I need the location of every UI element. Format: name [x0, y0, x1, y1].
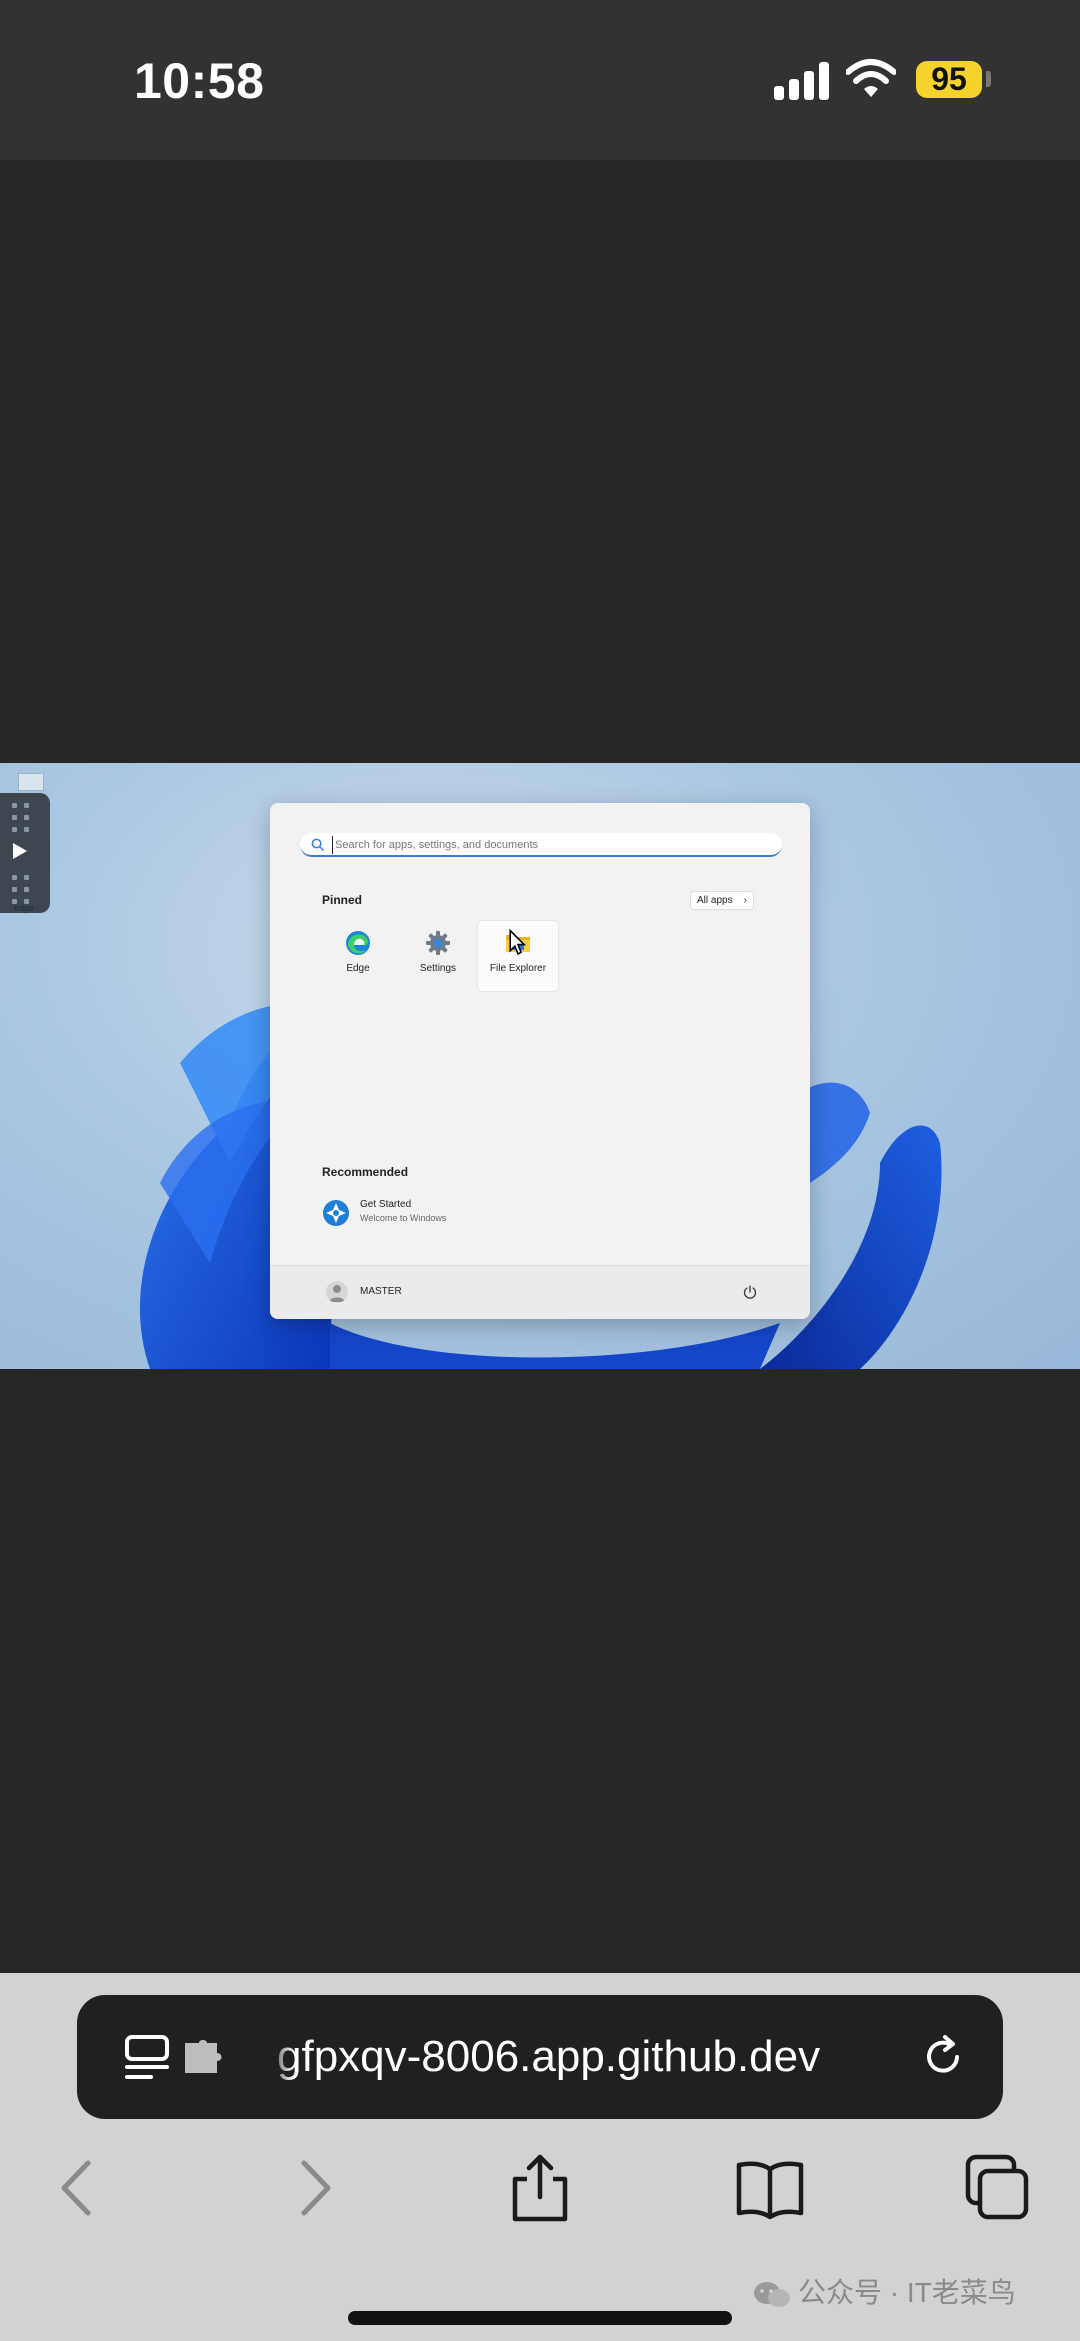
power-icon[interactable] [742, 1284, 758, 1300]
remote-desktop-view[interactable]: edge Pinned All apps › Edge [0, 763, 1080, 1369]
start-search-input[interactable] [332, 836, 762, 854]
start-menu-footer: MASTER [270, 1265, 810, 1319]
pinned-app-label: Edge [346, 963, 370, 974]
battery-icon: 95 [916, 61, 982, 98]
status-bar: 10:58 95 [0, 0, 1080, 160]
home-indicator[interactable] [348, 2311, 732, 2325]
user-avatar-icon[interactable] [326, 1281, 348, 1303]
recommended-item-get-started[interactable]: Get Started Welcome to Windows [322, 1197, 522, 1229]
wifi-icon [846, 59, 896, 97]
recommended-item-subtitle: Welcome to Windows [360, 1213, 447, 1223]
url-text[interactable]: gfpxqv-8006.app.github.dev [277, 2029, 917, 2085]
chevron-right-icon: › [743, 895, 747, 906]
start-menu: Pinned All apps › Edge [270, 803, 810, 1319]
desktop-icon[interactable] [18, 773, 44, 791]
all-apps-label: All apps [697, 895, 733, 906]
address-bar[interactable]: gfpxqv-8006.app.github.dev [77, 1995, 1003, 2119]
extension-puzzle-icon[interactable] [181, 2039, 231, 2077]
start-search-box[interactable] [300, 833, 782, 857]
mouse-cursor-icon [509, 929, 527, 955]
page-menu-icon[interactable] [123, 2033, 171, 2083]
back-icon[interactable] [44, 2153, 114, 2223]
tabs-icon[interactable] [962, 2153, 1032, 2223]
recommended-item-name: Get Started [360, 1199, 412, 1210]
share-icon[interactable] [505, 2153, 575, 2223]
vnc-side-panel-handle[interactable] [0, 793, 50, 913]
url-fade-overlay [267, 2029, 293, 2085]
watermark-text: 公众号 · IT老菜鸟 [798, 2277, 1016, 2308]
wechat-logo-icon [754, 2281, 790, 2307]
recommended-heading: Recommended [322, 1165, 409, 1179]
watermark: 公众号 · IT老菜鸟 [752, 2273, 1052, 2313]
search-icon [311, 838, 324, 851]
cellular-signal-icon [774, 60, 830, 100]
reload-icon[interactable] [919, 2033, 967, 2081]
desktop-icon-label: edge [14, 903, 35, 913]
get-started-icon [323, 1200, 349, 1226]
forward-icon[interactable] [278, 2153, 348, 2223]
play-icon[interactable] [13, 843, 27, 859]
all-apps-button[interactable]: All apps › [690, 891, 754, 910]
pinned-app-label: File Explorer [489, 963, 547, 974]
user-name[interactable]: MASTER [360, 1286, 402, 1297]
bookmarks-icon[interactable] [735, 2153, 805, 2223]
pinned-app-edge[interactable]: Edge [318, 921, 398, 991]
edge-icon [346, 931, 370, 955]
pinned-app-label: Settings [419, 963, 457, 974]
safari-bottom-toolbar: gfpxqv-8006.app.github.dev 公众号 · IT老菜鸟 [0, 1973, 1080, 2341]
settings-gear-icon [426, 931, 450, 955]
pinned-heading: Pinned [322, 893, 363, 907]
status-time: 10:58 [134, 53, 265, 109]
pinned-app-settings[interactable]: Settings [398, 921, 478, 991]
battery-tip [986, 71, 991, 87]
pinned-app-file-explorer[interactable]: File Explorer [478, 921, 558, 991]
